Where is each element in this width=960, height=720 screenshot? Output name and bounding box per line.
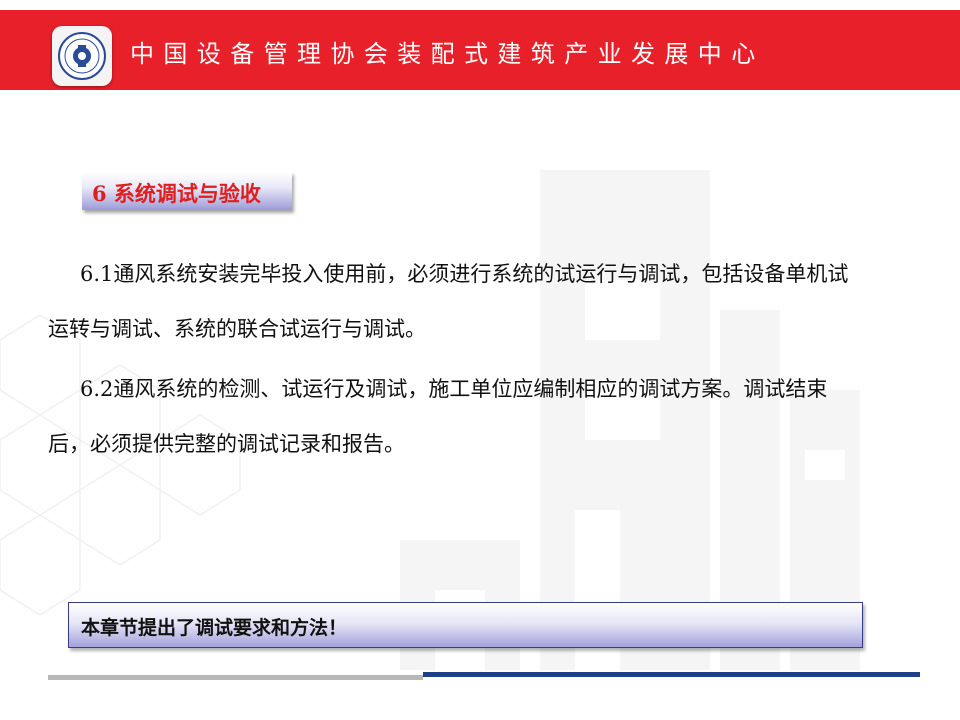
- footer-divider-grey: [48, 675, 423, 680]
- section-heading-box: 6 系统调试与验收: [82, 172, 292, 210]
- header-bar: 中国设备管理协会装配式建筑产业发展中心: [0, 10, 960, 90]
- header-title: 中国设备管理协会装配式建筑产业发展中心: [130, 40, 765, 68]
- logo: [52, 26, 112, 86]
- paragraph-text: 通风系统的检测、试运行及调试，施工单位应编制相应的调试方案。调试结束后，必须提供…: [48, 377, 828, 456]
- paragraph-number: 6.1: [80, 262, 114, 286]
- footer-divider-blue: [423, 672, 920, 677]
- section-heading: 6 系统调试与验收: [92, 181, 261, 206]
- summary-box: 本章节提出了调试要求和方法！: [68, 602, 863, 648]
- association-seal-logo-icon: [58, 32, 106, 80]
- paragraph-number: 6.2: [80, 377, 114, 401]
- paragraph-text: 通风系统安装完毕投入使用前，必须进行系统的试运行与调试，包括设备单机试运转与调试…: [48, 262, 849, 341]
- summary-text: 本章节提出了调试要求和方法！: [81, 617, 348, 639]
- paragraph-6-1: 6.1通风系统安装完毕投入使用前，必须进行系统的试运行与调试，包括设备单机试运转…: [48, 247, 868, 357]
- paragraph-6-2: 6.2通风系统的检测、试运行及调试，施工单位应编制相应的调试方案。调试结束后，必…: [48, 362, 868, 472]
